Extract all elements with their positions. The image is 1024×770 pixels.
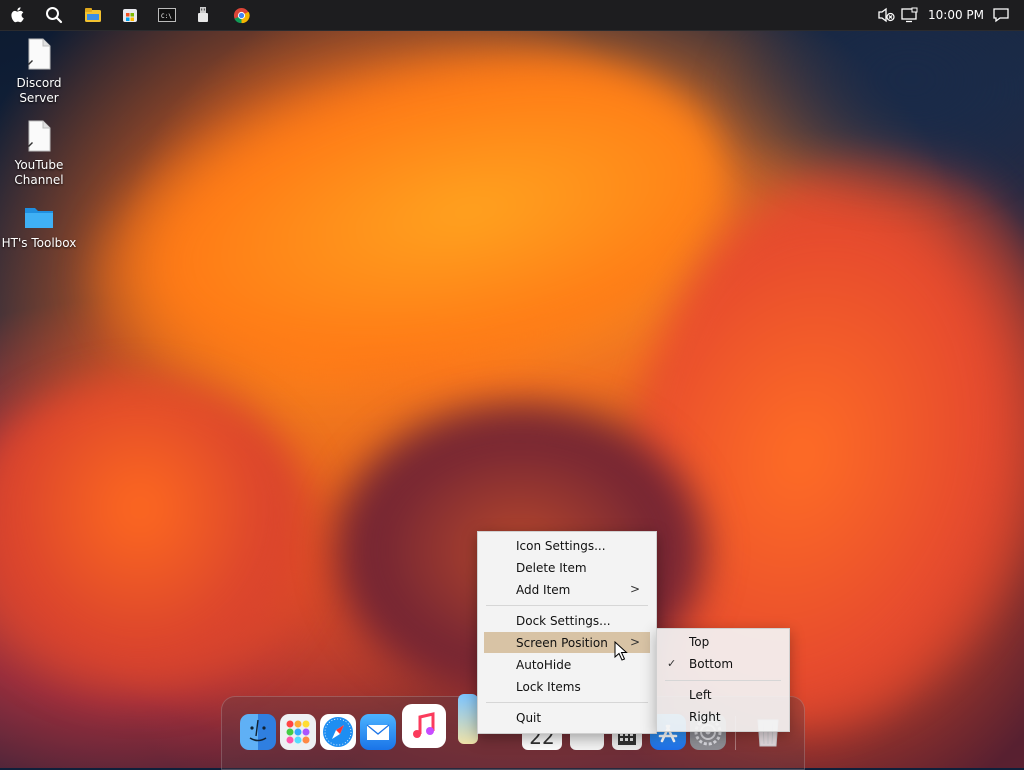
menu-item-label: Icon Settings... [516,539,606,553]
submenu-item-label: Top [689,635,710,649]
submenu-item-top[interactable]: Top [661,632,785,652]
submenu-item-label: Left [689,688,712,702]
menu-item-label: Screen Position [516,636,608,650]
menu-separator [486,605,648,606]
menu-item-label: Add Item [516,583,571,597]
menu-item-label: Quit [516,711,542,725]
menu-item-label: Delete Item [516,561,587,575]
screen-icon[interactable] [900,5,920,25]
menu-item-quit[interactable]: Quit [484,707,650,728]
chrome-icon[interactable] [231,5,251,25]
desktop-icon-label: HT's Toolbox [1,236,77,250]
mute-icon[interactable] [876,5,896,25]
submenu-item-bottom[interactable]: ✓ Bottom [661,654,785,674]
desktop-icon-youtube-channel[interactable]: YouTube Channel [0,120,78,188]
top-menu-bar: C:\ 10:00 PM [0,0,1024,31]
dock-context-menu: Icon Settings... Delete Item Add Item > D… [477,531,657,734]
desktop-icon-label: Channel [14,173,64,187]
submenu-separator [665,680,781,681]
usb-drive-icon[interactable] [193,5,213,25]
svg-text:C:\: C:\ [161,13,172,20]
launchpad-icon[interactable] [280,714,316,750]
wallpaper-shape [0,380,320,700]
folder-icon [0,204,78,234]
desktop-icon-label: YouTube [14,158,64,172]
desktop-icon-discord-server[interactable]: Discord Server [0,38,78,106]
submenu-item-label: Bottom [689,657,734,671]
chevron-right-icon: > [629,635,640,649]
menu-item-label: AutoHide [516,658,572,672]
file-icon [0,38,78,74]
submenu-item-left[interactable]: Left [661,685,785,705]
desktop-icon-label: Discord [16,76,62,90]
terminal-icon[interactable]: C:\ [157,5,177,25]
checkmark-icon: ✓ [667,657,677,670]
screen-position-submenu: Top ✓ Bottom Left Right [656,628,790,732]
mouse-cursor-icon [614,640,628,665]
safari-icon[interactable] [320,714,356,750]
music-icon[interactable] [402,704,446,748]
desktop-icon-label: Server [19,91,59,105]
apple-icon[interactable] [8,5,28,25]
menu-item-delete-item[interactable]: Delete Item [484,557,650,578]
chevron-right-icon: > [629,582,640,596]
submenu-item-label: Right [689,710,721,724]
menu-separator [486,702,648,703]
menu-item-icon-settings[interactable]: Icon Settings... [484,535,650,556]
menu-item-add-item[interactable]: Add Item > [484,579,650,600]
menu-item-label: Dock Settings... [516,614,611,628]
notification-icon[interactable] [991,5,1011,25]
mail-icon[interactable] [360,714,396,750]
menu-item-lock-items[interactable]: Lock Items [484,676,650,697]
maps-icon[interactable] [458,694,478,744]
file-icon [0,120,78,156]
microsoft-store-icon[interactable] [120,5,140,25]
clock[interactable]: 10:00 PM [928,0,984,30]
file-explorer-icon[interactable] [83,5,103,25]
desktop-icon-hts-toolbox[interactable]: HT's Toolbox [0,204,78,251]
submenu-item-right[interactable]: Right [661,707,785,727]
menu-item-dock-settings[interactable]: Dock Settings... [484,610,650,631]
search-icon[interactable] [44,5,64,25]
menu-item-label: Lock Items [516,680,581,694]
finder-icon[interactable] [240,714,276,750]
